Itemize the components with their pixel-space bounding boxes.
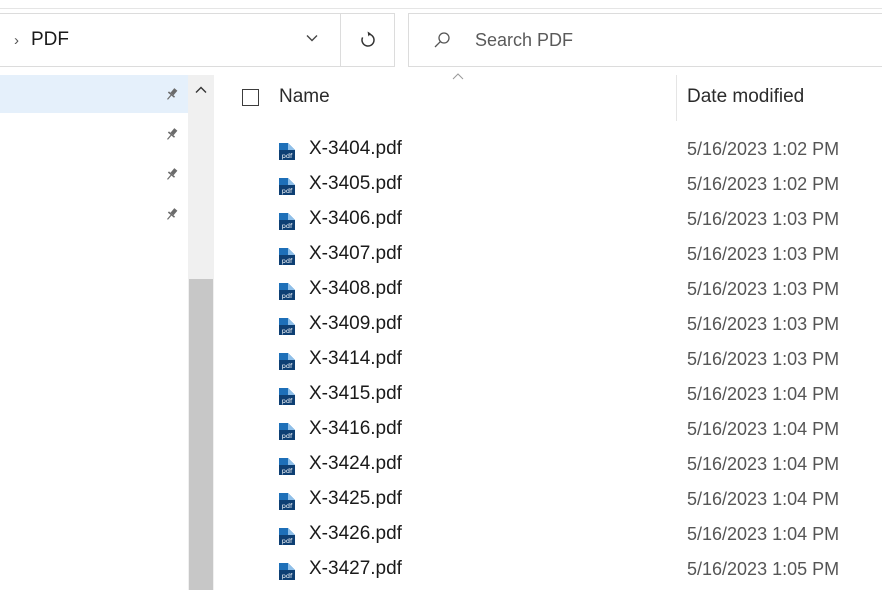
file-date: 5/16/2023 1:04 PM	[687, 489, 840, 509]
pdf-file-icon: pdf	[279, 388, 295, 405]
file-name[interactable]: X-3425.pdf	[309, 488, 402, 510]
file-date: 5/16/2023 1:03 PM	[687, 349, 840, 369]
file-row[interactable]: pdf X-3408.pdf 5/16/2023 1:03 PM	[232, 273, 882, 308]
search-icon	[434, 32, 450, 48]
pdf-file-icon: pdf	[279, 353, 295, 370]
svg-text:pdf: pdf	[282, 537, 293, 545]
sort-indicator-icon	[452, 73, 464, 80]
pdf-file-icon: pdf	[279, 318, 295, 335]
file-date: 5/16/2023 1:02 PM	[687, 174, 840, 194]
column-header-date-modified[interactable]: Date modified	[687, 86, 804, 108]
pdf-file-icon: pdf	[279, 178, 295, 195]
file-name[interactable]: X-3414.pdf	[309, 348, 402, 370]
breadcrumb-folder[interactable]: PDF	[31, 29, 69, 51]
pdf-file-icon: pdf	[279, 493, 295, 510]
file-date: 5/16/2023 1:03 PM	[687, 209, 840, 229]
file-name[interactable]: X-3409.pdf	[309, 313, 402, 335]
file-date: 5/16/2023 1:03 PM	[687, 314, 840, 334]
svg-text:pdf: pdf	[282, 502, 293, 510]
file-row[interactable]: pdf X-3424.pdf 5/16/2023 1:04 PM	[232, 448, 882, 483]
file-name[interactable]: X-3407.pdf	[309, 243, 402, 265]
file-row[interactable]: pdf X-3405.pdf 5/16/2023 1:02 PM	[232, 168, 882, 203]
address-bar[interactable]: › PDF	[0, 13, 340, 67]
pdf-file-icon: pdf	[279, 283, 295, 300]
file-date: 5/16/2023 1:02 PM	[687, 139, 840, 159]
nav-item-pinned-1[interactable]	[0, 75, 188, 113]
file-row[interactable]: pdf X-3425.pdf 5/16/2023 1:04 PM	[232, 483, 882, 518]
search-box[interactable]: Search PDF	[408, 13, 882, 67]
pdf-file-icon: pdf	[279, 528, 295, 545]
pin-icon[interactable]	[164, 166, 180, 182]
navigation-pane	[0, 75, 188, 590]
svg-text:pdf: pdf	[282, 432, 293, 440]
pdf-file-icon: pdf	[279, 458, 295, 475]
svg-text:pdf: pdf	[282, 397, 293, 405]
file-date: 5/16/2023 1:04 PM	[687, 419, 840, 439]
svg-text:pdf: pdf	[282, 467, 293, 475]
file-row[interactable]: pdf X-3409.pdf 5/16/2023 1:03 PM	[232, 308, 882, 343]
svg-text:pdf: pdf	[282, 292, 293, 300]
scroll-thumb[interactable]	[189, 279, 213, 590]
svg-text:pdf: pdf	[282, 187, 293, 195]
file-date: 5/16/2023 1:03 PM	[687, 279, 840, 299]
file-row[interactable]: pdf X-3407.pdf 5/16/2023 1:03 PM	[232, 238, 882, 273]
file-date: 5/16/2023 1:04 PM	[687, 384, 840, 404]
file-row[interactable]: pdf X-3404.pdf 5/16/2023 1:02 PM	[232, 133, 882, 168]
pdf-file-icon: pdf	[279, 143, 295, 160]
pin-icon[interactable]	[164, 86, 180, 102]
svg-text:pdf: pdf	[282, 257, 293, 265]
nav-item-pinned-2[interactable]	[0, 115, 188, 153]
file-name[interactable]: X-3406.pdf	[309, 208, 402, 230]
column-header-name[interactable]: Name	[279, 86, 330, 108]
pdf-file-icon: pdf	[279, 248, 295, 265]
file-date: 5/16/2023 1:04 PM	[687, 524, 840, 544]
svg-text:pdf: pdf	[282, 362, 293, 370]
file-name[interactable]: X-3405.pdf	[309, 173, 402, 195]
pin-icon[interactable]	[164, 206, 180, 222]
pdf-file-icon: pdf	[279, 423, 295, 440]
file-name[interactable]: X-3415.pdf	[309, 383, 402, 405]
breadcrumb-chevron-icon[interactable]: ›	[14, 32, 19, 49]
window-top-border	[0, 8, 882, 9]
file-date: 5/16/2023 1:04 PM	[687, 454, 840, 474]
file-name[interactable]: X-3404.pdf	[309, 138, 402, 160]
nav-item-pinned-4[interactable]	[0, 195, 188, 233]
refresh-icon	[360, 31, 375, 47]
file-row[interactable]: pdf X-3406.pdf 5/16/2023 1:03 PM	[232, 203, 882, 238]
nav-scrollbar[interactable]	[188, 75, 214, 590]
file-row[interactable]: pdf X-3415.pdf 5/16/2023 1:04 PM	[232, 378, 882, 413]
column-divider[interactable]	[676, 75, 677, 121]
chevron-down-icon[interactable]	[305, 31, 319, 45]
file-name[interactable]: X-3427.pdf	[309, 558, 402, 580]
file-date: 5/16/2023 1:03 PM	[687, 244, 840, 264]
file-name[interactable]: X-3408.pdf	[309, 278, 402, 300]
file-date: 5/16/2023 1:05 PM	[687, 559, 840, 579]
file-name[interactable]: X-3424.pdf	[309, 453, 402, 475]
nav-item-pinned-3[interactable]	[0, 155, 188, 193]
svg-text:pdf: pdf	[282, 152, 293, 160]
select-all-checkbox[interactable]	[242, 89, 259, 106]
refresh-button[interactable]	[340, 13, 395, 67]
svg-text:pdf: pdf	[282, 222, 293, 230]
pdf-file-icon: pdf	[279, 563, 295, 580]
file-row[interactable]: pdf X-3416.pdf 5/16/2023 1:04 PM	[232, 413, 882, 448]
svg-text:pdf: pdf	[282, 327, 293, 335]
file-row[interactable]: pdf X-3427.pdf 5/16/2023 1:05 PM	[232, 553, 882, 588]
pdf-file-icon: pdf	[279, 213, 295, 230]
file-name[interactable]: X-3416.pdf	[309, 418, 402, 440]
search-input[interactable]: Search PDF	[475, 30, 573, 51]
file-row[interactable]: pdf X-3414.pdf 5/16/2023 1:03 PM	[232, 343, 882, 378]
pin-icon[interactable]	[164, 126, 180, 142]
file-row[interactable]: pdf X-3426.pdf 5/16/2023 1:04 PM	[232, 518, 882, 553]
scroll-up-arrow-icon[interactable]	[194, 83, 208, 97]
file-name[interactable]: X-3426.pdf	[309, 523, 402, 545]
svg-text:pdf: pdf	[282, 572, 293, 580]
